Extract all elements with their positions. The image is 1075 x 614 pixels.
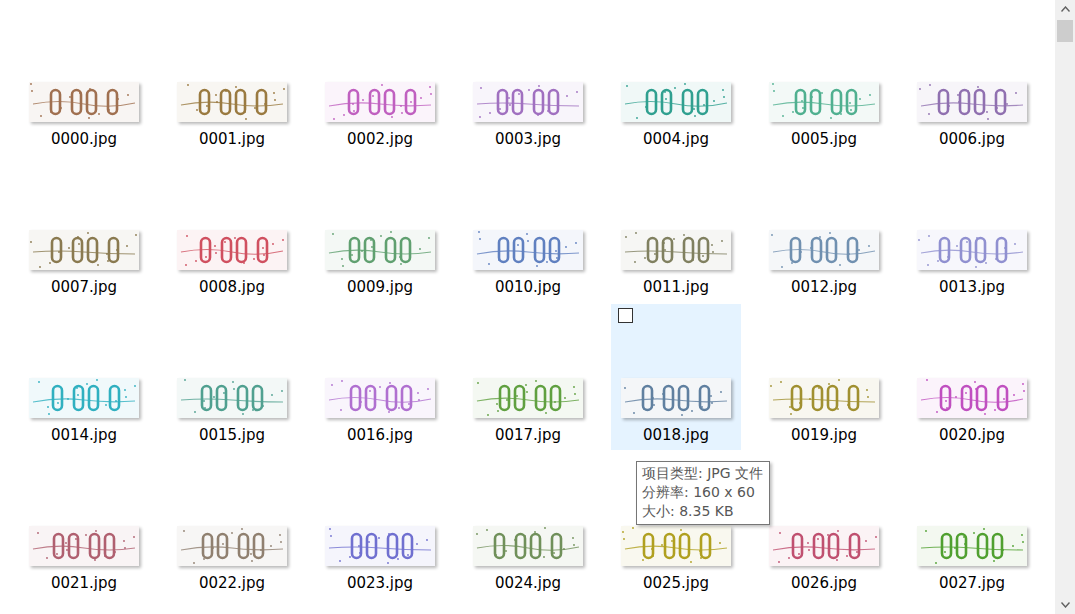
file-name: 0010.jpg (495, 278, 561, 296)
tooltip-line: 大小: 8.35 KB (642, 502, 763, 521)
file-name: 0020.jpg (939, 426, 1005, 444)
file-item[interactable]: 0001.jpg (167, 8, 297, 154)
file-name: 0011.jpg (643, 278, 709, 296)
image-thumbnail (325, 82, 435, 122)
image-thumbnail (621, 526, 731, 566)
file-item[interactable]: 0003.jpg (463, 8, 593, 154)
image-thumbnail (917, 82, 1027, 122)
image-thumbnail (621, 378, 731, 418)
image-thumbnail (917, 526, 1027, 566)
image-thumbnail (769, 82, 879, 122)
image-thumbnail (177, 526, 287, 566)
scrollbar[interactable] (1055, 0, 1075, 614)
image-thumbnail (769, 526, 879, 566)
file-item[interactable]: 0012.jpg (759, 156, 889, 302)
file-name: 0001.jpg (199, 130, 265, 148)
image-thumbnail (917, 230, 1027, 270)
file-name: 0019.jpg (791, 426, 857, 444)
image-thumbnail (769, 378, 879, 418)
image-thumbnail (29, 526, 139, 566)
file-name: 0026.jpg (791, 574, 857, 592)
file-item[interactable]: 0016.jpg (315, 304, 445, 450)
scroll-up-button[interactable] (1055, 0, 1075, 18)
file-item[interactable]: 0007.jpg (19, 156, 149, 302)
image-thumbnail (177, 82, 287, 122)
file-name: 0027.jpg (939, 574, 1005, 592)
image-thumbnail (29, 378, 139, 418)
file-item[interactable]: 0015.jpg (167, 304, 297, 450)
file-name: 0016.jpg (347, 426, 413, 444)
file-name: 0025.jpg (643, 574, 709, 592)
image-thumbnail (29, 230, 139, 270)
file-name: 0006.jpg (939, 130, 1005, 148)
image-thumbnail (29, 82, 139, 122)
image-thumbnail (325, 230, 435, 270)
file-grid: 0000.jpg 0001.jpg 0002.jpg 0003.jpg 0004.jpg… (0, 0, 1055, 600)
file-item[interactable]: 0011.jpg (611, 156, 741, 302)
file-name: 0000.jpg (51, 130, 117, 148)
file-name: 0012.jpg (791, 278, 857, 296)
file-item[interactable]: 0017.jpg (463, 304, 593, 450)
image-thumbnail (473, 526, 583, 566)
image-thumbnail (621, 82, 731, 122)
file-item[interactable]: 0000.jpg (19, 8, 149, 154)
file-item[interactable]: 0024.jpg (463, 452, 593, 598)
tooltip-line: 分辨率: 160 x 60 (642, 483, 763, 502)
file-item[interactable]: 0018.jpg (611, 304, 741, 450)
file-item[interactable]: 0023.jpg (315, 452, 445, 598)
file-name: 0005.jpg (791, 130, 857, 148)
image-thumbnail (177, 230, 287, 270)
image-thumbnail (621, 230, 731, 270)
file-item[interactable]: 0020.jpg (907, 304, 1037, 450)
file-name: 0023.jpg (347, 574, 413, 592)
file-name: 0004.jpg (643, 130, 709, 148)
image-thumbnail (473, 230, 583, 270)
image-thumbnail (769, 230, 879, 270)
file-item[interactable]: 0005.jpg (759, 8, 889, 154)
file-item[interactable]: 0010.jpg (463, 156, 593, 302)
file-item[interactable]: 0019.jpg (759, 304, 889, 450)
file-item[interactable]: 0008.jpg (167, 156, 297, 302)
image-thumbnail (473, 378, 583, 418)
image-thumbnail (325, 378, 435, 418)
file-name: 0002.jpg (347, 130, 413, 148)
tooltip: 项目类型: JPG 文件分辨率: 160 x 60大小: 8.35 KB (636, 461, 770, 525)
file-name: 0015.jpg (199, 426, 265, 444)
file-item[interactable]: 0013.jpg (907, 156, 1037, 302)
tooltip-line: 项目类型: JPG 文件 (642, 464, 763, 483)
scroll-down-button[interactable] (1055, 596, 1075, 614)
file-name: 0022.jpg (199, 574, 265, 592)
image-thumbnail (325, 526, 435, 566)
file-name: 0018.jpg (643, 426, 709, 444)
file-item[interactable]: 0021.jpg (19, 452, 149, 598)
file-item[interactable]: 0004.jpg (611, 8, 741, 154)
chevron-up-icon (1061, 6, 1070, 12)
file-explorer: 0000.jpg 0001.jpg 0002.jpg 0003.jpg 0004.jpg… (0, 0, 1075, 614)
file-name: 0008.jpg (199, 278, 265, 296)
file-item[interactable]: 0022.jpg (167, 452, 297, 598)
chevron-down-icon (1061, 602, 1070, 608)
image-thumbnail (473, 82, 583, 122)
file-item[interactable]: 0009.jpg (315, 156, 445, 302)
file-item[interactable]: 0002.jpg (315, 8, 445, 154)
scroll-thumb[interactable] (1057, 20, 1073, 42)
file-name: 0003.jpg (495, 130, 561, 148)
image-thumbnail (177, 378, 287, 418)
select-checkbox[interactable] (618, 308, 633, 323)
file-name: 0017.jpg (495, 426, 561, 444)
file-view: 0000.jpg 0001.jpg 0002.jpg 0003.jpg 0004.jpg… (0, 0, 1055, 614)
file-item[interactable]: 0027.jpg (907, 452, 1037, 598)
image-thumbnail (917, 378, 1027, 418)
file-item[interactable]: 0014.jpg (19, 304, 149, 450)
file-name: 0014.jpg (51, 426, 117, 444)
file-item[interactable]: 0026.jpg (759, 452, 889, 598)
file-name: 0021.jpg (51, 574, 117, 592)
file-name: 0024.jpg (495, 574, 561, 592)
file-name: 0009.jpg (347, 278, 413, 296)
file-name: 0013.jpg (939, 278, 1005, 296)
file-name: 0007.jpg (51, 278, 117, 296)
file-item[interactable]: 0006.jpg (907, 8, 1037, 154)
